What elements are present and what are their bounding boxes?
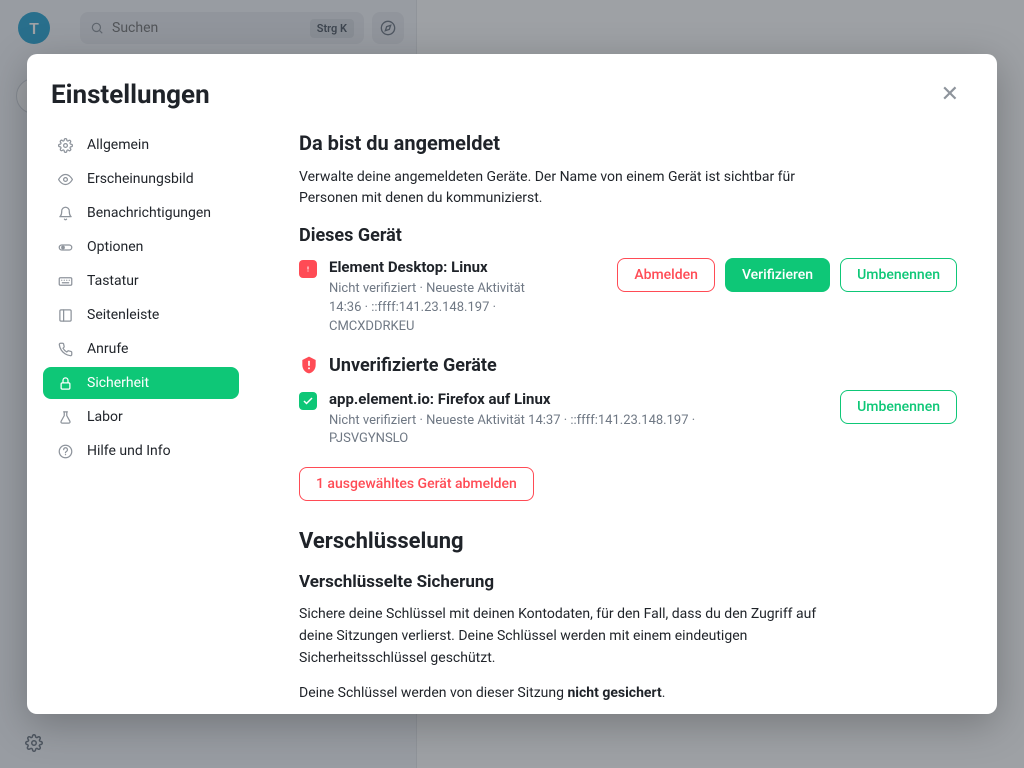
help-icon bbox=[57, 443, 73, 459]
device-name: app.element.io: Firefox auf Linux bbox=[329, 390, 749, 408]
sessions-desc: Verwalte deine angemeldeten Geräte. Der … bbox=[299, 167, 819, 209]
rename-button[interactable]: Umbenennen bbox=[840, 258, 957, 292]
flask-icon bbox=[57, 409, 73, 425]
rename-button[interactable]: Umbenennen bbox=[840, 390, 957, 424]
close-icon: ✕ bbox=[941, 82, 959, 107]
sidebar-item-label: Allgemein bbox=[87, 137, 149, 153]
sidebar-item-label: Seitenleiste bbox=[87, 307, 159, 323]
sidebar-item-label: Sicherheit bbox=[87, 375, 149, 391]
verify-button[interactable]: Verifizieren bbox=[725, 258, 830, 292]
device-meta: Nicht verifiziert · Neueste Aktivität 14… bbox=[329, 280, 529, 337]
device-meta: Nicht verifiziert · Neueste Aktivität 14… bbox=[329, 412, 749, 450]
unverified-devices-title: Unverifizierte Geräte bbox=[329, 355, 497, 376]
bulk-sign-out-button[interactable]: 1 ausgewähltes Gerät abmelden bbox=[299, 467, 534, 501]
backup-status-strong: nicht gesichert bbox=[567, 685, 661, 701]
secure-backup-title: Verschlüsselte Sicherung bbox=[299, 572, 957, 592]
secure-backup-desc: Sichere deine Schlüssel mit deinen Konto… bbox=[299, 604, 819, 669]
sidebar-item-sicherheit[interactable]: Sicherheit bbox=[43, 367, 239, 399]
settings-modal: Einstellungen ✕ Allgemein Erscheinungsbil… bbox=[27, 54, 997, 714]
this-device-row: Element Desktop: Linux Nicht verifiziert… bbox=[299, 258, 957, 337]
sidebar-item-label: Tastatur bbox=[87, 273, 139, 289]
device-name: Element Desktop: Linux bbox=[329, 258, 529, 276]
encryption-title: Verschlüsselung bbox=[299, 529, 957, 554]
sidebar-item-anrufe[interactable]: Anrufe bbox=[43, 333, 239, 365]
eye-icon bbox=[57, 171, 73, 187]
sidebar-item-labor[interactable]: Labor bbox=[43, 401, 239, 433]
sidebar-item-label: Optionen bbox=[87, 239, 143, 255]
gear-icon bbox=[57, 137, 73, 153]
other-device-row: app.element.io: Firefox auf Linux Nicht … bbox=[299, 390, 957, 450]
sidebar-item-label: Anrufe bbox=[87, 341, 128, 357]
toggle-icon bbox=[57, 239, 73, 255]
sidebar-item-hilfe-und-info[interactable]: Hilfe und Info bbox=[43, 435, 239, 467]
sidebar-item-label: Labor bbox=[87, 409, 123, 425]
modal-title: Einstellungen bbox=[51, 80, 210, 110]
sidebar-item-label: Erscheinungsbild bbox=[87, 171, 194, 187]
sidebar-item-tastatur[interactable]: Tastatur bbox=[43, 265, 239, 297]
device-checkbox[interactable] bbox=[299, 392, 317, 410]
sidebar-item-label: Benachrichtigungen bbox=[87, 205, 211, 221]
sidebar-item-label: Hilfe und Info bbox=[87, 443, 171, 459]
settings-content: Da bist du angemeldet Verwalte deine ang… bbox=[251, 129, 989, 714]
sidebar-item-benachrichtigungen[interactable]: Benachrichtigungen bbox=[43, 197, 239, 229]
sign-out-button[interactable]: Abmelden bbox=[617, 258, 715, 292]
lock-icon bbox=[57, 375, 73, 391]
this-device-title: Dieses Gerät bbox=[299, 225, 957, 246]
backup-status-suffix: . bbox=[662, 685, 666, 701]
bell-icon bbox=[57, 205, 73, 221]
modal-backdrop: Einstellungen ✕ Allgemein Erscheinungsbil… bbox=[0, 0, 1024, 768]
sidebar-item-optionen[interactable]: Optionen bbox=[43, 231, 239, 263]
sidebar-item-erscheinungsbild[interactable]: Erscheinungsbild bbox=[43, 163, 239, 195]
phone-icon bbox=[57, 341, 73, 357]
sidebar-item-allgemein[interactable]: Allgemein bbox=[43, 129, 239, 161]
sessions-title: Da bist du angemeldet bbox=[299, 131, 957, 155]
shield-warn-icon bbox=[299, 355, 319, 375]
close-button[interactable]: ✕ bbox=[935, 78, 965, 111]
sidebar-item-seitenleiste[interactable]: Seitenleiste bbox=[43, 299, 239, 331]
keyboard-icon bbox=[57, 273, 73, 289]
settings-sidebar: Allgemein Erscheinungsbild Benachrichtigun… bbox=[43, 129, 251, 714]
columns-icon bbox=[57, 307, 73, 323]
backup-status: Deine Schlüssel werden von dieser Sitzun… bbox=[299, 683, 819, 705]
backup-status-prefix: Deine Schlüssel werden von dieser Sitzun… bbox=[299, 685, 567, 701]
shield-warn-icon bbox=[299, 260, 317, 278]
